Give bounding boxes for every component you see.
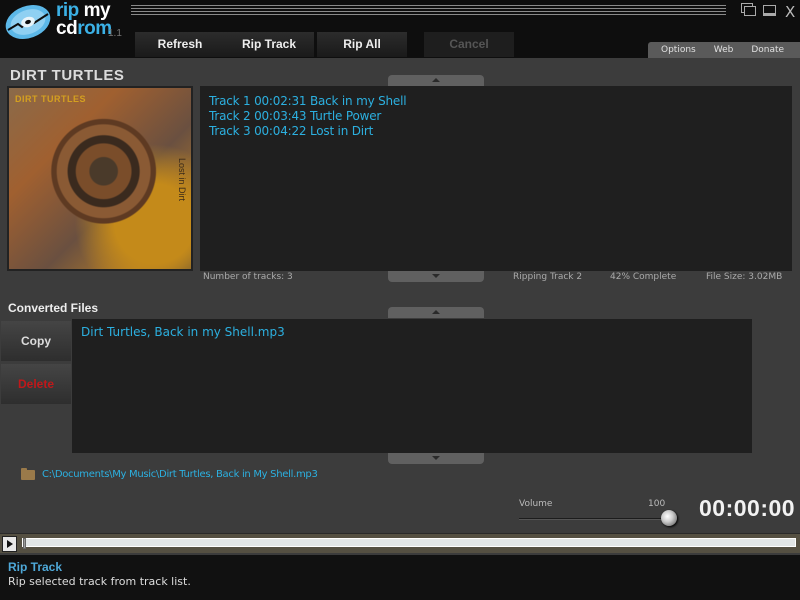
seek-slider[interactable] [22, 538, 796, 549]
volume-value: 100 [648, 499, 666, 509]
playback-time: 00:00:00 [699, 495, 796, 521]
tab-web[interactable]: Web [714, 42, 734, 58]
converted-file-list[interactable]: Dirt Turtles, Back in my Shell.mp3 [72, 319, 752, 453]
arrow-up-icon [432, 78, 440, 82]
refresh-button[interactable]: Refresh [135, 32, 225, 57]
restore-icon[interactable] [741, 3, 756, 16]
help-description: Rip selected track from track list. [8, 575, 191, 588]
ripping-status: Ripping Track 2 [513, 272, 583, 282]
player-bar [0, 533, 800, 553]
app-logo: rip my cdrom 1.1 [4, 1, 134, 42]
file-item[interactable]: Dirt Turtles, Back in my Shell.mp3 [81, 325, 743, 339]
close-icon[interactable]: X [785, 3, 795, 21]
album-cover-image: DIRT TURTLES Lost in Dirt [7, 86, 193, 271]
converted-files-heading: Converted Files [8, 301, 99, 315]
menu-tabs: Options Web Donate [648, 42, 800, 58]
volume-slider[interactable] [519, 518, 669, 520]
maximize-icon[interactable] [763, 5, 776, 16]
logo-word-cd: cd [56, 18, 78, 39]
album-art-title: DIRT TURTLES [15, 94, 86, 104]
file-path-row: C:\Documents\My Music\Dirt Turtles, Back… [21, 467, 318, 480]
progress-text: 42% Complete [610, 272, 677, 282]
track-list[interactable]: Track 1 00:02:31 Back in my Shell Track … [200, 86, 792, 271]
volume-label: Volume [519, 499, 553, 509]
file-path-link[interactable]: C:\Documents\My Music\Dirt Turtles, Back… [42, 469, 318, 480]
tab-donate[interactable]: Donate [751, 42, 784, 58]
title-bar: rip my cdrom 1.1 X Refresh Rip Track Rip… [0, 0, 800, 58]
track-item[interactable]: Track 3 00:04:22 Lost in Dirt [209, 124, 783, 139]
rip-all-button[interactable]: Rip All [317, 32, 407, 57]
logo-word-rom: rom [77, 18, 112, 39]
app-version: 1.1 [108, 28, 122, 39]
tracklist-scroll-up-button[interactable] [388, 75, 484, 86]
arrow-down-icon [432, 274, 440, 278]
play-icon[interactable] [2, 536, 17, 552]
arrow-down-icon [432, 456, 440, 460]
help-title: Rip Track [8, 560, 63, 574]
album-art-subtitle: Lost in Dirt [177, 158, 187, 202]
seek-slider-handle[interactable] [23, 538, 26, 549]
volume-slider-handle[interactable] [661, 510, 677, 526]
tab-options[interactable]: Options [661, 42, 696, 58]
window-drag-grip[interactable] [131, 5, 726, 16]
rip-track-button[interactable]: Rip Track [224, 32, 314, 57]
cd-disc-icon [5, 5, 51, 39]
arrow-up-icon [432, 310, 440, 314]
tracklist-scroll-down-button[interactable] [388, 271, 484, 282]
files-scroll-down-button[interactable] [388, 453, 484, 464]
cancel-button[interactable]: Cancel [424, 32, 514, 57]
delete-button[interactable]: Delete [1, 364, 71, 404]
help-footer: Rip Track Rip selected track from track … [0, 555, 800, 600]
file-size: File Size: 3.02MB [706, 272, 783, 282]
copy-button[interactable]: Copy [1, 321, 71, 361]
track-count: Number of tracks: 3 [203, 272, 293, 282]
folder-icon[interactable] [21, 467, 35, 480]
album-title: DIRT TURTLES [10, 67, 125, 84]
logo-text: rip my cdrom [56, 1, 112, 39]
track-item[interactable]: Track 2 00:03:43 Turtle Power [209, 109, 783, 124]
track-item[interactable]: Track 1 00:02:31 Back in my Shell [209, 94, 783, 109]
files-scroll-up-button[interactable] [388, 307, 484, 318]
